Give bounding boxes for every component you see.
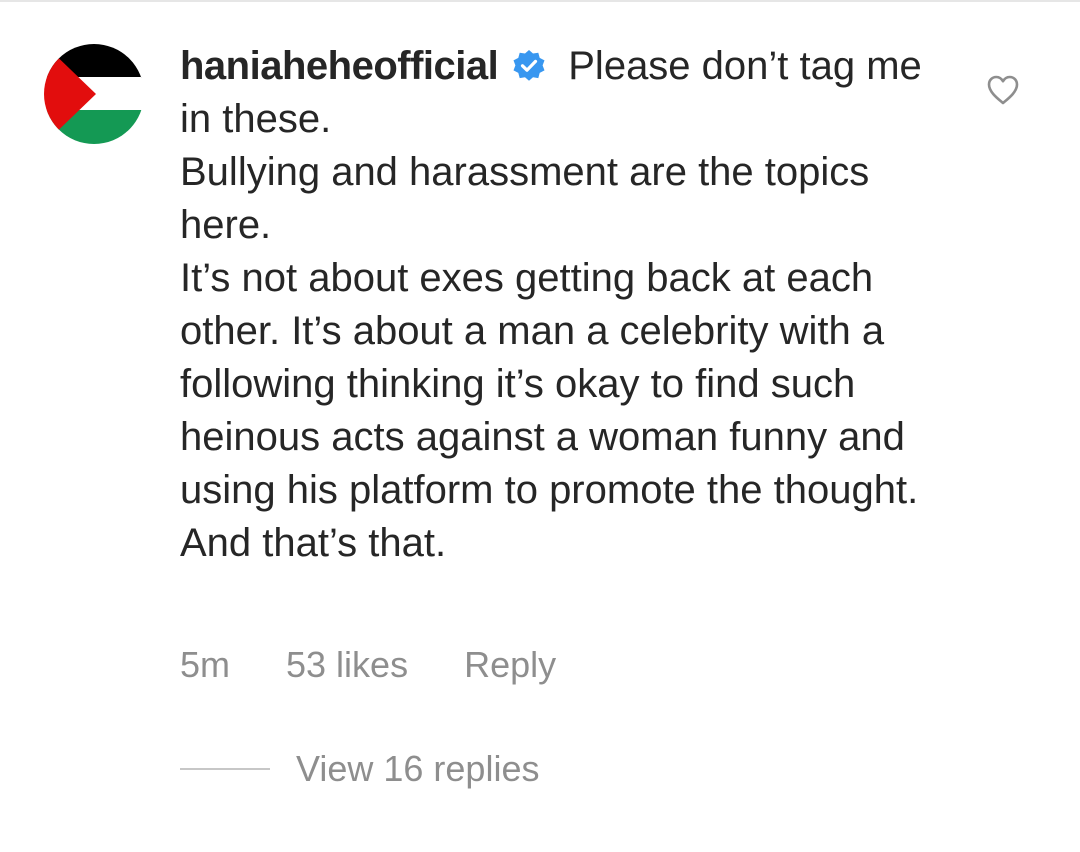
like-heart-icon[interactable]: [985, 72, 1021, 108]
reply-button[interactable]: Reply: [464, 644, 556, 686]
replies-divider-line: [180, 768, 270, 770]
username-link[interactable]: haniaheheofficial: [180, 44, 499, 88]
palestine-flag-icon: [44, 44, 144, 144]
comment-timestamp: 5m: [180, 644, 231, 685]
comment-text: Please don’t tag me in these. Bullying a…: [180, 44, 922, 565]
comment-body: haniaheheofficial Please don’t tag me in …: [180, 40, 960, 570]
view-replies-button[interactable]: View 16 replies: [180, 744, 539, 794]
likes-count[interactable]: 53 likes: [286, 644, 408, 686]
verified-badge-icon: [512, 44, 546, 81]
comment-meta-row: 5m 53 likes Reply: [180, 640, 556, 690]
avatar[interactable]: [44, 44, 144, 144]
view-replies-label: View 16 replies: [296, 748, 540, 789]
top-divider: [0, 0, 1080, 2]
